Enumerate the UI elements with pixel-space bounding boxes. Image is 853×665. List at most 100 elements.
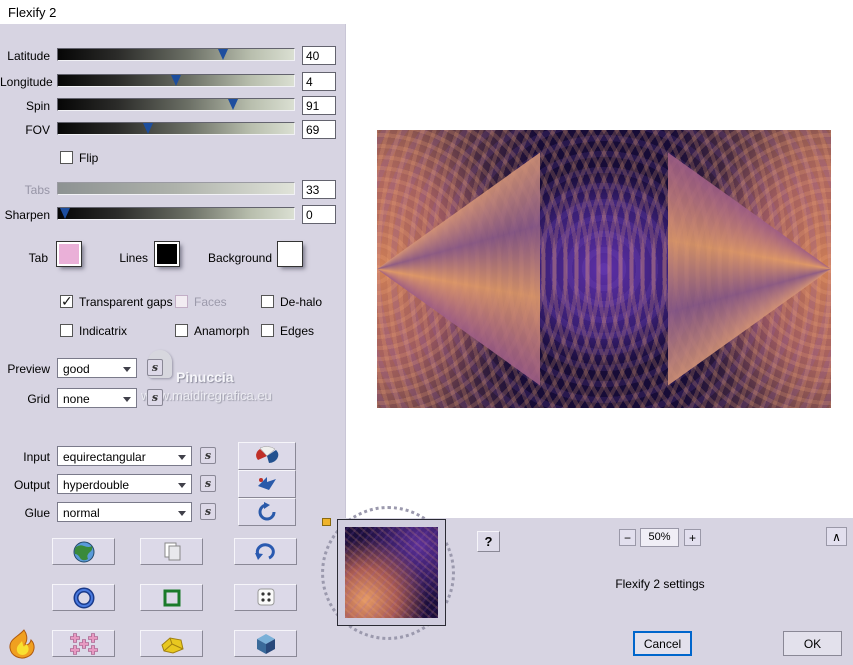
output-seed-button[interactable]: s (200, 475, 216, 492)
input-combo-label: Input (23, 450, 50, 464)
square-icon (163, 589, 180, 606)
anamorph-checkbox-box[interactable] (175, 324, 188, 337)
cancel-button[interactable]: Cancel (633, 631, 692, 656)
ring-button[interactable] (52, 584, 115, 611)
chevron-down-icon (178, 483, 186, 488)
indicatrix-checkbox-box[interactable] (60, 324, 73, 337)
pinwheel-icon (256, 446, 279, 463)
transparent-gaps-label: Transparent gaps (79, 295, 173, 309)
longitude-label: Longitude (0, 75, 53, 89)
ring-icon (73, 587, 94, 608)
yellow-box-button[interactable] (140, 630, 203, 657)
flip-checkbox-box[interactable] (60, 151, 73, 164)
latitude-slider-handle[interactable] (218, 49, 229, 60)
lines-color-swatch[interactable] (154, 241, 180, 267)
watermark-name: Pinuccia (176, 369, 234, 385)
navigation-thumbnail[interactable] (337, 519, 446, 626)
sharpen-row: Sharpen (0, 205, 345, 225)
help-button[interactable]: ? (477, 531, 500, 552)
glue-combobox-value: normal (63, 506, 100, 520)
zoom-in-button[interactable]: + (684, 529, 701, 546)
sharpen-label: Sharpen (4, 208, 50, 222)
de-halo-checkbox-box[interactable] (261, 295, 274, 308)
spin-value-input[interactable] (302, 96, 336, 115)
glue-shape-button[interactable] (238, 498, 296, 526)
undo-button[interactable] (234, 538, 297, 565)
longitude-slider-handle[interactable] (171, 75, 181, 86)
yellow-box-icon (160, 636, 184, 654)
square-button[interactable] (140, 584, 203, 611)
longitude-row: Longitude (0, 72, 345, 92)
indicatrix-label: Indicatrix (79, 324, 128, 338)
spin-slider-handle[interactable] (227, 99, 238, 110)
chevron-down-icon (178, 455, 186, 460)
latitude-value-input[interactable] (302, 46, 336, 65)
preview-combobox[interactable]: good (57, 358, 137, 378)
input-shape-button[interactable] (238, 442, 296, 470)
sharpen-value-input[interactable] (302, 205, 336, 224)
settings-caption: Flexify 2 settings (615, 577, 705, 591)
latitude-slider[interactable] (57, 48, 295, 61)
glue-combo-label: Glue (24, 506, 50, 520)
output-shape-button[interactable] (238, 470, 296, 498)
globe-button[interactable] (52, 538, 115, 565)
faces-label: Faces (194, 295, 227, 309)
input-seed-button[interactable]: s (200, 447, 216, 464)
longitude-value-input[interactable] (302, 72, 336, 91)
zoom-out-button[interactable]: − (619, 529, 636, 546)
dice-button[interactable] (234, 584, 297, 611)
background-swatch-label: Background (207, 251, 272, 265)
longitude-slider[interactable] (57, 74, 295, 87)
chevron-down-icon (123, 367, 131, 372)
fov-slider-handle[interactable] (142, 123, 153, 134)
de-halo-label: De-halo (280, 295, 323, 309)
glue-seed-button[interactable]: s (200, 503, 216, 520)
sharpen-slider[interactable] (57, 207, 295, 220)
zoom-level[interactable]: 50% (640, 528, 679, 547)
fov-value-input[interactable] (302, 120, 336, 139)
grid-combobox[interactable]: none (57, 388, 137, 408)
grid-seed-button[interactable]: s (147, 389, 163, 406)
preview-image (377, 130, 831, 408)
flame-icon[interactable] (2, 627, 40, 663)
transparent-gaps-checkbox-box[interactable] (60, 293, 73, 310)
output-combo-label: Output (13, 478, 50, 492)
output-combobox[interactable]: hyperdouble (57, 474, 192, 494)
dice-icon (257, 588, 274, 605)
crosses-button[interactable] (52, 630, 115, 657)
thumbnail-marker[interactable] (322, 518, 331, 526)
fov-label: FOV (25, 123, 50, 137)
crosses-icon (69, 632, 98, 655)
flexify-window: Flexify 2 Latitude Longitude Spin FOV (0, 0, 853, 665)
fov-row: FOV (0, 120, 345, 140)
latitude-row: Latitude (0, 46, 345, 66)
cube-icon (256, 633, 275, 654)
ok-button[interactable]: OK (783, 631, 842, 656)
background-color-swatch[interactable] (277, 241, 303, 267)
grid-combobox-value: none (63, 392, 90, 406)
collapse-button[interactable]: ∧ (826, 527, 847, 546)
chevron-down-icon (123, 397, 131, 402)
sharpen-slider-handle[interactable] (60, 208, 71, 219)
swirl-icon (258, 502, 276, 521)
cube-button[interactable] (234, 630, 297, 657)
spin-slider[interactable] (57, 98, 295, 111)
tab-color-swatch[interactable] (56, 241, 82, 267)
tabs-row: Tabs (0, 180, 345, 200)
faces-checkbox-box (175, 295, 188, 308)
input-combobox[interactable]: equirectangular (57, 446, 192, 466)
edges-checkbox-box[interactable] (261, 324, 274, 337)
tabs-value-input[interactable] (302, 180, 336, 199)
title-bar: Flexify 2 (0, 0, 853, 24)
bird-arrow-icon (258, 477, 276, 490)
spin-label: Spin (25, 99, 50, 113)
glue-combobox[interactable]: normal (57, 502, 192, 522)
tab-swatch-label: Tab (28, 251, 48, 265)
fov-slider[interactable] (57, 122, 295, 135)
chevron-down-icon (178, 511, 186, 516)
input-combobox-value: equirectangular (63, 450, 146, 464)
window-title: Flexify 2 (8, 5, 57, 20)
undo-arrow-icon (254, 542, 275, 560)
preview-seed-button[interactable]: s (147, 359, 163, 376)
copy-button[interactable] (140, 538, 203, 565)
